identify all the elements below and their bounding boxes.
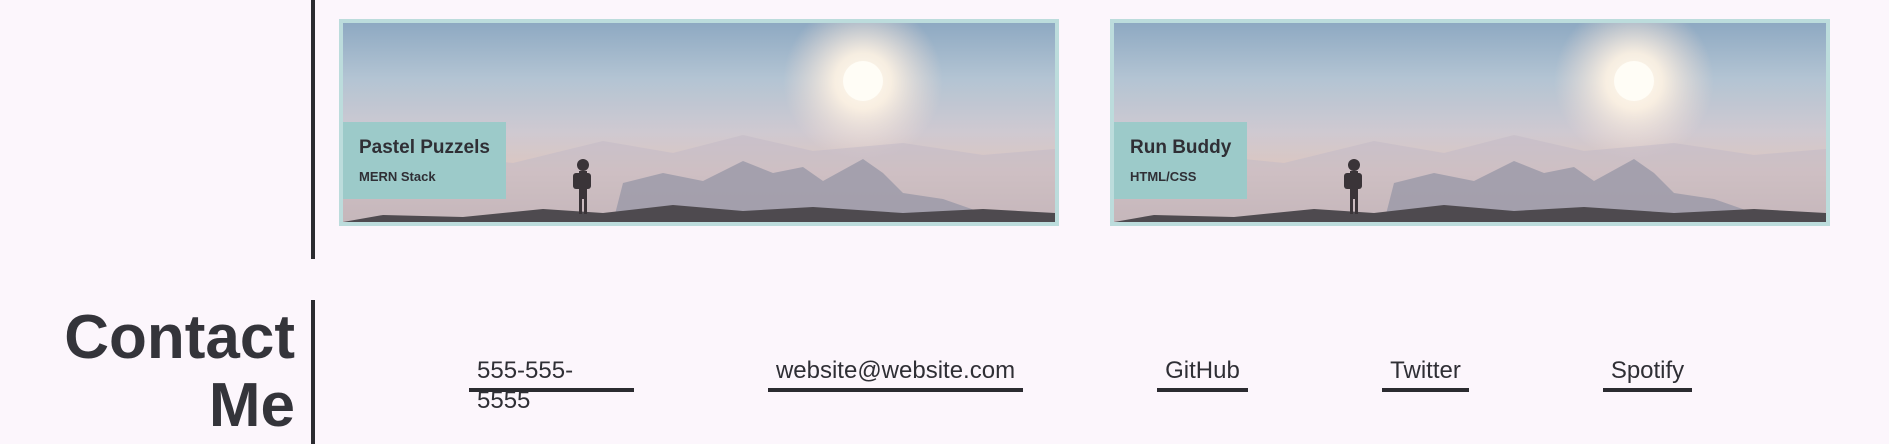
project-tech: MERN Stack <box>359 169 436 184</box>
contact-heading-line2: Me <box>208 371 295 440</box>
page: Pastel Puzzels MERN Stack Run Buddy HTML… <box>0 0 1889 444</box>
project-label: Run Buddy HTML/CSS <box>1114 122 1248 199</box>
email-link[interactable]: website@website.com <box>768 356 1023 392</box>
project-title: Run Buddy <box>1130 137 1232 158</box>
twitter-link[interactable]: Twitter <box>1382 356 1469 392</box>
spotify-link[interactable]: Spotify <box>1603 356 1692 392</box>
project-title: Pastel Puzzels <box>359 137 490 158</box>
section-divider-contact <box>311 300 315 444</box>
section-divider-work <box>311 0 315 259</box>
project-card-pastel-puzzels[interactable]: Pastel Puzzels MERN Stack <box>339 19 1059 226</box>
phone-link[interactable]: 555-555-5555 <box>469 356 634 414</box>
contact-heading: Contact Me <box>64 304 295 440</box>
contact-heading-line1: Contact <box>64 303 295 372</box>
github-link[interactable]: GitHub <box>1157 356 1248 392</box>
project-label: Pastel Puzzels MERN Stack <box>343 122 506 199</box>
project-card-run-buddy[interactable]: Run Buddy HTML/CSS <box>1110 19 1830 226</box>
project-tech: HTML/CSS <box>1130 169 1197 184</box>
